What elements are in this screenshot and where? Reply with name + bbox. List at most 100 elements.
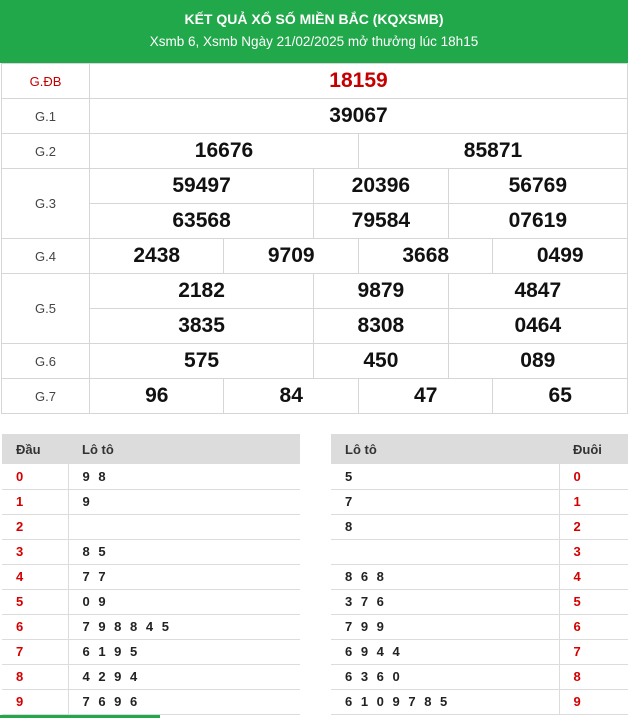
prize-row-g4: G.4 2438 9709 3668 0499: [1, 238, 628, 274]
prize-number: 79584: [313, 203, 449, 239]
duoi-digit: 1: [558, 489, 628, 515]
table-row: 7 9 96: [331, 614, 628, 640]
prize-label: G.1: [1, 98, 90, 134]
loto-values: 8 5: [68, 539, 300, 565]
loto-header: Lô tô: [68, 434, 300, 464]
prize-row-g2: G.2 16676 85871: [1, 133, 628, 169]
table-row: 3: [331, 539, 628, 565]
dau-digit: 4: [2, 564, 69, 590]
duoi-header: Đuôi: [559, 434, 628, 464]
duoi-digit: 0: [558, 464, 628, 490]
prize-number: 63568: [88, 203, 315, 239]
dau-digit: 3: [2, 539, 69, 565]
table-row: 2: [2, 514, 300, 540]
loto-values: 7 7: [68, 564, 300, 590]
loto-values: 7: [331, 489, 559, 515]
loto-values: 7 9 9: [331, 614, 559, 640]
duoi-digit: 2: [558, 514, 628, 540]
dau-digit: 7: [2, 639, 69, 665]
prize-number: 2438: [88, 238, 225, 274]
loto-values: 3 7 6: [331, 589, 559, 615]
loto-values: 8: [331, 514, 559, 540]
dau-digit: 2: [2, 514, 69, 540]
duoi-loto-table: Lô tô Đuôi 50718238 6 843 7 657 9 966 9 …: [331, 434, 628, 715]
duoi-digit: 7: [558, 639, 628, 665]
dau-digit: 6: [2, 614, 69, 640]
prize-number: 56769: [447, 168, 628, 204]
table-row: 6 9 4 47: [331, 639, 628, 665]
dau-digit: 0: [2, 464, 69, 490]
loto-values: 5: [331, 464, 559, 490]
dau-digit: 9: [2, 689, 69, 715]
duoi-digit: 6: [558, 614, 628, 640]
loto-values: 9: [68, 489, 300, 515]
page-title: KẾT QUẢ XỔ SỐ MIỀN BẮC (KQXSMB): [184, 11, 444, 27]
duoi-digit: 3: [558, 539, 628, 565]
prize-number: 85871: [357, 133, 628, 169]
prize-row-g7: G.7 96 84 47 65: [1, 378, 628, 414]
loto-values: 6 1 0 9 7 8 5: [331, 689, 559, 715]
prize-row-g1: G.1 39067: [1, 98, 628, 134]
prize-number: 0464: [447, 308, 628, 344]
prize-number: 84: [223, 378, 359, 414]
prize-row-special: G.ĐB 18159: [1, 63, 628, 99]
results-header: KẾT QUẢ XỔ SỐ MIỀN BẮC (KQXSMB) Xsmb 6, …: [0, 0, 628, 63]
dau-digit: 8: [2, 664, 69, 690]
prize-number: 450: [313, 343, 449, 379]
prize-number: 07619: [447, 203, 628, 239]
prize-row-g6: G.6 575 450 089: [1, 343, 628, 379]
prize-label: G.2: [1, 133, 90, 169]
prize-number: 47: [357, 378, 494, 414]
table-row: 50 9: [2, 589, 300, 615]
loto-values: 0 9: [68, 589, 300, 615]
prize-number: 575: [88, 343, 315, 379]
dau-loto-panel: Đầu Lô tô 09 819238 547 750 967 9 8 8 4 …: [2, 434, 300, 715]
dau-loto-table: Đầu Lô tô 09 819238 547 750 967 9 8 8 4 …: [2, 434, 300, 715]
dau-digit: 5: [2, 589, 69, 615]
prize-number: 8308: [313, 308, 449, 344]
table-row: 76 1 9 5: [2, 639, 300, 665]
loto-values: 8 6 8: [331, 564, 559, 590]
prize-number: 3835: [88, 308, 315, 344]
loto-values: [331, 539, 559, 565]
special-prize-number: 18159: [89, 63, 628, 99]
loto-values: 7 6 9 6: [68, 689, 300, 715]
table-row: 3 7 65: [331, 589, 628, 615]
prize-table: G.ĐB 18159 G.1 39067 G.2 16676 85871 G.3…: [1, 63, 628, 414]
prize-number: 20396: [313, 168, 449, 204]
duoi-digit: 8: [558, 664, 628, 690]
prize-number: 3668: [357, 238, 494, 274]
prize-number: 089: [447, 343, 628, 379]
table-row: 47 7: [2, 564, 300, 590]
prize-number: 59497: [88, 168, 315, 204]
prize-label: G.4: [1, 238, 90, 274]
table-row: 6 3 6 08: [331, 664, 628, 690]
prize-number: 65: [492, 378, 628, 414]
prize-row-g3: 63568 79584 07619: [2, 203, 628, 239]
table-row: 6 1 0 9 7 8 59: [331, 689, 628, 715]
prize-row-g5: 3835 8308 0464: [2, 308, 628, 344]
prize-row-g3: G.3 59497 20396 56769: [1, 168, 628, 239]
table-row: 09 8: [2, 464, 300, 490]
duoi-digit: 9: [558, 689, 628, 715]
prize-number: 9709: [223, 238, 359, 274]
loto-values: 4 2 9 4: [68, 664, 300, 690]
prize-number: 16676: [89, 133, 359, 169]
table-row: 67 9 8 8 4 5: [2, 614, 300, 640]
table-row: 97 6 9 6: [2, 689, 300, 715]
prize-number: 39067: [89, 98, 628, 134]
duoi-digit: 4: [558, 564, 628, 590]
prize-number: 9879: [313, 273, 449, 309]
prize-label: G.6: [1, 343, 90, 379]
table-row: 38 5: [2, 539, 300, 565]
loto-values: [68, 514, 300, 540]
duoi-digit: 5: [558, 589, 628, 615]
loto-header: Lô tô: [331, 434, 559, 464]
table-row: 71: [331, 489, 628, 515]
prize-row-g5: G.5 2182 9879 4847: [1, 273, 628, 344]
table-row: 8 6 84: [331, 564, 628, 590]
prize-label: G.5: [1, 273, 90, 344]
table-row: 82: [331, 514, 628, 540]
duoi-loto-panel: Lô tô Đuôi 50718238 6 843 7 657 9 966 9 …: [331, 434, 628, 715]
dau-header: Đầu: [2, 434, 68, 464]
